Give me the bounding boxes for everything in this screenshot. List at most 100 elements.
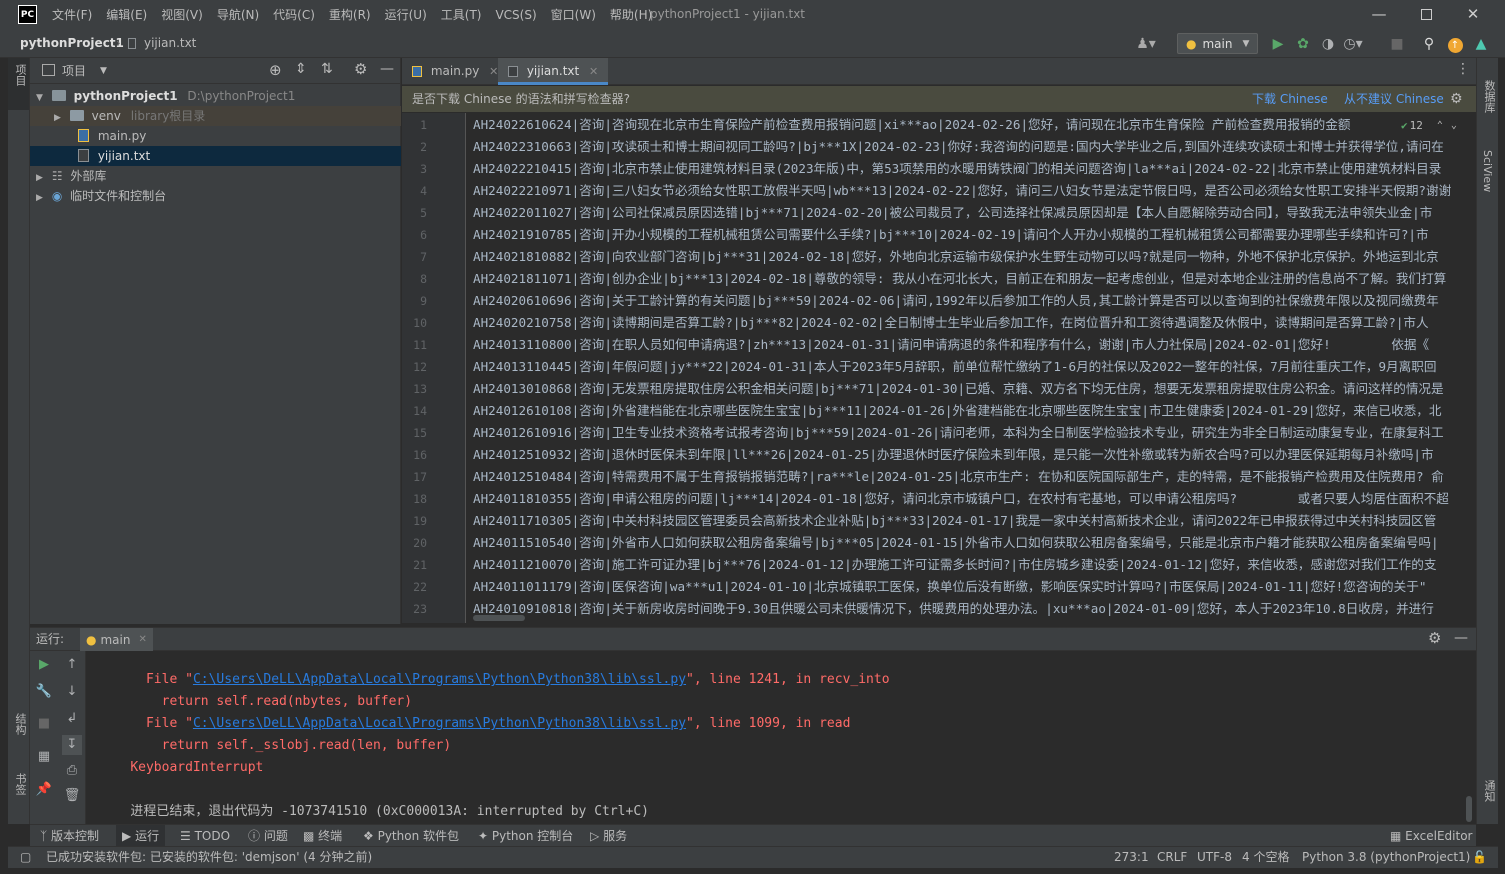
close-tab-icon[interactable]: ✕ — [489, 65, 498, 78]
stop-icon[interactable]: ■ — [34, 714, 54, 734]
tab-run[interactable]: ▶ 运行 — [116, 825, 166, 847]
run-icon: ▶ — [122, 829, 132, 843]
tab-excel-editor[interactable]: ▦ ExcelEditor — [1390, 825, 1472, 847]
soft-wrap-icon[interactable]: ↲ — [62, 709, 82, 729]
lock-icon[interactable]: 🔓 — [1472, 847, 1487, 868]
editor-content[interactable]: AH24010910818|咨询|关于新房收房时间晚于9.30且供暖公司未供暖情… — [467, 113, 1476, 623]
pin-icon[interactable]: 📌 — [34, 780, 54, 800]
hide-panel-icon[interactable]: — — [1454, 630, 1468, 646]
close-tab-icon[interactable]: ✕ — [138, 634, 146, 645]
debug-icon[interactable]: ✿ — [1293, 34, 1313, 54]
menu-view[interactable]: 视图(V) — [154, 0, 210, 30]
inspection-widget[interactable]: ✔ 12 ⌃ ⌄ — [1397, 117, 1461, 133]
project-panel-title[interactable]: 项目 — [62, 58, 86, 84]
scroll-to-end-icon[interactable]: ↧ — [62, 735, 82, 755]
print-icon[interactable]: ⎙ — [62, 761, 82, 781]
never-suggest-link[interactable]: 从不建议 Chinese — [1344, 86, 1444, 112]
project-tool-tab[interactable]: 项目 — [8, 58, 29, 110]
run-panel-label: 运行: — [36, 632, 65, 646]
run-tab-main[interactable]: ● main ✕ — [80, 628, 153, 651]
line-number: 11 — [413, 338, 427, 352]
tab-python-packages[interactable]: ❖ Python 软件包 — [363, 825, 459, 847]
breadcrumb-file[interactable]: yijian.txt — [144, 30, 196, 56]
tree-item-scratches[interactable]: ▶ ◉ 临时文件和控制台 — [30, 186, 401, 206]
close-tab-icon[interactable]: ✕ — [589, 65, 598, 78]
menu-navigate[interactable]: 导航(N) — [210, 0, 266, 30]
run-icon[interactable]: ▶ — [1268, 34, 1288, 54]
menu-run[interactable]: 运行(U) — [378, 0, 434, 30]
menu-refactor[interactable]: 重构(R) — [322, 0, 378, 30]
rerun-icon[interactable]: ▶ — [34, 655, 54, 675]
stop-icon[interactable]: ■ — [1387, 34, 1407, 54]
notifications-tool-tab[interactable]: 通知 — [1481, 780, 1497, 802]
status-toggle-icon[interactable]: ▢ — [20, 847, 31, 868]
locate-file-icon[interactable]: ⊕ — [269, 61, 282, 79]
scroll-up-icon[interactable]: ↑ — [62, 655, 82, 675]
tab-main-py[interactable]: main.py ✕ — [402, 58, 508, 85]
plugin-icon[interactable]: ▲ — [1471, 34, 1491, 54]
folder-icon — [69, 110, 84, 121]
run-config-selector[interactable]: ● main ▼ — [1177, 33, 1259, 54]
close-window-icon[interactable]: ✕ — [1450, 0, 1496, 30]
terminal-icon: ▩ — [303, 829, 315, 843]
code-line: AH24013010868|咨询|无发票租房提取住房公积金相关问题|bj***7… — [473, 381, 1444, 396]
hide-panel-icon[interactable]: — — [380, 61, 394, 77]
search-icon[interactable]: ⚲ — [1419, 34, 1439, 54]
indent-setting[interactable]: 4 个空格 — [1242, 847, 1289, 868]
scroll-down-icon[interactable]: ↓ — [62, 682, 82, 702]
menu-edit[interactable]: 编辑(E) — [99, 0, 154, 30]
console-scrollbar[interactable] — [1466, 796, 1472, 822]
notice-settings-gear-icon[interactable]: ⚙ — [1450, 86, 1463, 112]
chevron-down-icon[interactable]: ⌄ — [1451, 120, 1457, 131]
tab-terminal[interactable]: ▩ 终端 — [303, 825, 342, 847]
line-number: 17 — [413, 470, 427, 484]
menu-vcs[interactable]: VCS(S) — [488, 0, 543, 30]
chevron-up-icon[interactable]: ⌃ — [1437, 120, 1443, 131]
collapse-all-icon[interactable]: ⇅ — [321, 61, 333, 77]
line-number: 12 — [413, 360, 427, 374]
maximize-icon[interactable] — [1403, 0, 1449, 30]
menu-window[interactable]: 窗口(W) — [544, 0, 603, 30]
tree-item-venv[interactable]: ▶ venv library根目录 — [30, 106, 401, 126]
update-icon[interactable]: ↑ — [1445, 34, 1465, 54]
tab-todo[interactable]: ☰ TODO — [180, 825, 230, 847]
python-interpreter[interactable]: Python 3.8 (pythonProject1) — [1302, 847, 1470, 868]
status-message[interactable]: 已成功安装软件包: 已安装的软件包: 'demjson' (4 分钟之前) — [46, 847, 372, 868]
database-tool-tab[interactable]: 数据库 — [1481, 80, 1497, 113]
breadcrumb-project[interactable]: pythonProject1 — [20, 30, 124, 56]
tab-yijian-txt[interactable]: yijian.txt ✕ — [498, 58, 609, 85]
menu-file[interactable]: 文件(F) — [45, 0, 99, 30]
coverage-icon[interactable]: ◑ — [1318, 34, 1338, 54]
tree-item-external-libraries[interactable]: ▶ ☷ 外部库 — [30, 166, 401, 186]
tab-version-control[interactable]: ᛉ 版本控制 — [40, 825, 99, 847]
tree-item-project-root[interactable]: ▼ pythonProject1 D:\pythonProject1 — [30, 86, 401, 106]
horizontal-scrollbar[interactable] — [473, 615, 525, 621]
expand-all-icon[interactable]: ⇕ — [295, 61, 307, 77]
tab-services[interactable]: ▷ 服务 — [590, 825, 627, 847]
line-number: 3 — [420, 162, 427, 176]
tree-item-main-py[interactable]: main.py — [30, 126, 401, 146]
chevron-down-icon[interactable]: ▼ — [100, 58, 107, 84]
tab-python-console[interactable]: ✦ Python 控制台 — [478, 825, 573, 847]
menu-tools[interactable]: 工具(T) — [434, 0, 489, 30]
bookmarks-tool-tab[interactable]: 书签 — [12, 773, 28, 795]
line-separator[interactable]: CRLF — [1157, 847, 1187, 868]
tree-item-yijian-txt[interactable]: yijian.txt — [30, 146, 401, 166]
file-encoding[interactable]: UTF-8 — [1197, 847, 1232, 868]
settings-gear-icon[interactable]: ⚙ — [354, 60, 367, 78]
user-icon[interactable]: ♟▾ — [1136, 34, 1156, 54]
structure-tool-tab[interactable]: 结构 — [12, 713, 28, 735]
run-settings-gear-icon[interactable]: ⚙ — [1428, 629, 1441, 647]
menu-code[interactable]: 代码(C) — [266, 0, 322, 30]
profile-icon[interactable]: ◷▾ — [1343, 34, 1363, 54]
more-options-icon[interactable]: ⋮ — [1456, 61, 1470, 77]
caret-position[interactable]: 273:1 — [1114, 847, 1149, 868]
wrench-icon[interactable]: 🔧 — [34, 682, 54, 702]
download-chinese-link[interactable]: 下载 Chinese — [1252, 86, 1328, 112]
tab-problems[interactable]: ⓘ 问题 — [248, 825, 288, 847]
layout-icon[interactable]: ▦ — [34, 747, 54, 767]
minimize-icon[interactable]: — — [1356, 0, 1402, 30]
trash-icon[interactable]: 🗑 — [62, 786, 82, 806]
sciview-tool-tab[interactable]: SciView — [1481, 150, 1494, 192]
run-console[interactable]: File "C:\Users\DeLL\AppData\Local\Progra… — [86, 651, 1476, 824]
